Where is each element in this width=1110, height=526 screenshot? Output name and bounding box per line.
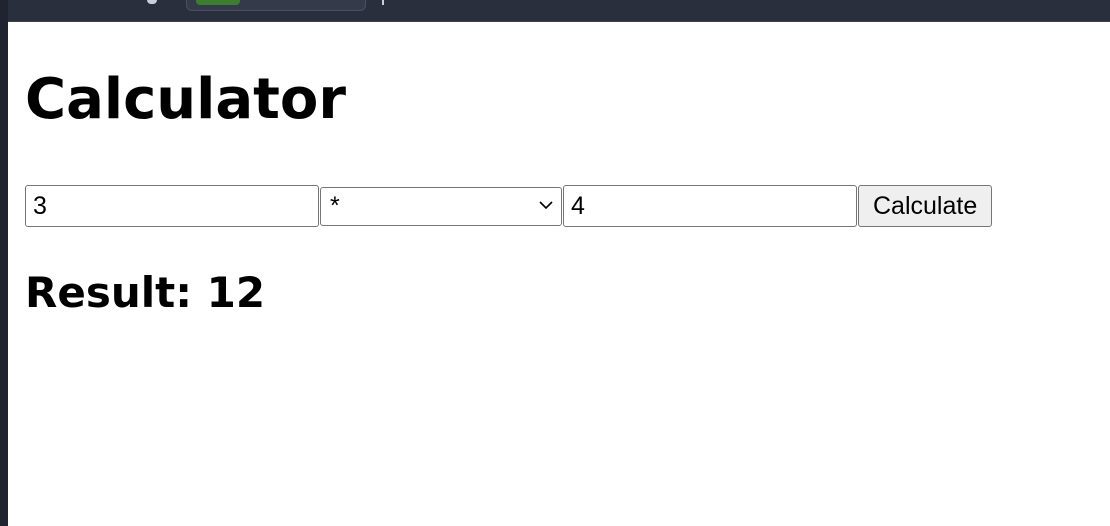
calculate-button[interactable]: Calculate [858,185,993,227]
operand1-input[interactable] [25,185,319,227]
tab-badge [196,0,240,5]
window-frame-edge [0,0,8,526]
operator-selected-value: * [330,191,340,220]
operand2-input[interactable] [563,185,857,227]
browser-tab-strip [0,0,1110,22]
tab-divider [382,0,384,5]
chevron-down-icon [539,200,553,209]
result-text: Result: 12 [25,268,266,317]
calculator-form: * Calculate [25,185,993,227]
operator-select[interactable]: * [320,186,562,226]
tab-icon [147,0,157,4]
page-title: Calculator [25,67,346,132]
